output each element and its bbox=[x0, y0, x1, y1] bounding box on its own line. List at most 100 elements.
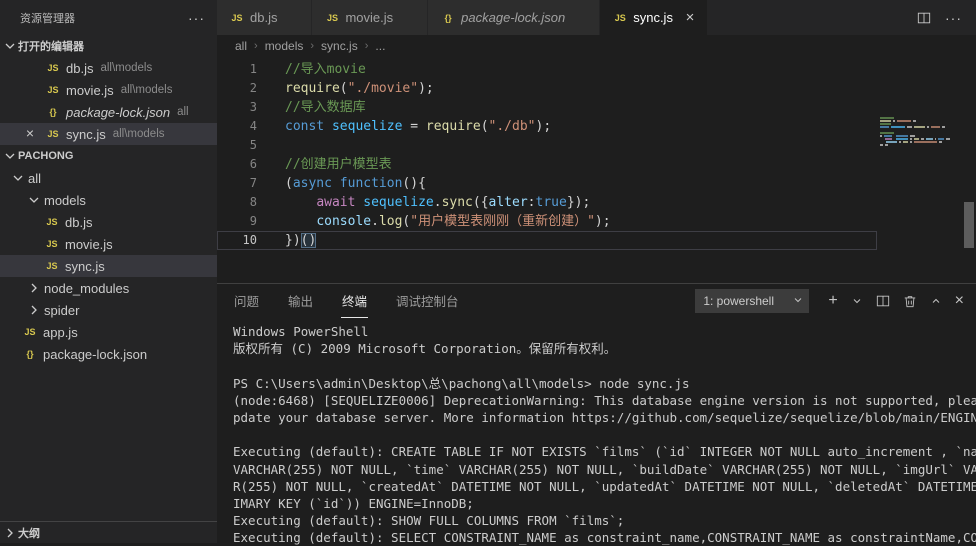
tree-item-node_modules[interactable]: node_modules bbox=[0, 277, 217, 299]
kill-terminal-icon[interactable] bbox=[903, 294, 917, 308]
js-file-icon: JS bbox=[612, 13, 628, 23]
more-actions-icon[interactable]: ··· bbox=[945, 10, 962, 26]
panel-tab-终端[interactable]: 终端 bbox=[341, 284, 368, 318]
code-line[interactable]: 8 await sequelize.sync({alter:true}); bbox=[217, 193, 877, 212]
terminal-line: PS C:\Users\admin\Desktop\总\pachong\all\… bbox=[233, 375, 976, 392]
open-editor-path: all\models bbox=[100, 62, 152, 74]
chevron-down-icon bbox=[26, 192, 42, 208]
breadcrumb: all›models›sync.js›... bbox=[217, 35, 976, 57]
terminal-line bbox=[233, 426, 976, 443]
tree-item-label: movie.js bbox=[65, 237, 113, 252]
more-actions-icon[interactable]: ··· bbox=[188, 10, 205, 26]
panel-tab-输出[interactable]: 输出 bbox=[287, 284, 314, 318]
workspace-name: PACHONG bbox=[18, 150, 73, 162]
line-text bbox=[257, 136, 293, 155]
explorer-header: 资源管理器 ··· bbox=[0, 0, 217, 35]
tree-item-label: models bbox=[44, 193, 86, 208]
code-line[interactable]: 2require("./movie"); bbox=[217, 79, 877, 98]
terminal-picker[interactable]: 1: powershell bbox=[695, 289, 809, 313]
breadcrumb-item[interactable]: sync.js bbox=[321, 39, 358, 53]
terminal-line: IMARY KEY (`id`)) ENGINE=InnoDB; bbox=[233, 495, 976, 512]
minimap-line bbox=[880, 144, 952, 147]
code-line[interactable]: 5 bbox=[217, 136, 877, 155]
tree-item-package-lock.json[interactable]: {}package-lock.json bbox=[0, 343, 217, 365]
code-editor[interactable]: 1//导入movie2require("./movie");3//导入数据库4c… bbox=[217, 57, 976, 283]
line-text: //导入movie bbox=[257, 60, 366, 79]
panel-tab-调试控制台[interactable]: 调试控制台 bbox=[395, 284, 460, 318]
open-editors-label: 打开的编辑器 bbox=[18, 38, 84, 54]
line-text: console.log("用户模型表刚刚（重新创建）"); bbox=[257, 212, 611, 231]
close-tab-icon[interactable]: × bbox=[681, 9, 699, 27]
breadcrumb-item[interactable]: all bbox=[235, 39, 247, 53]
minimap[interactable] bbox=[880, 117, 952, 147]
code-line[interactable]: 3//导入数据库 bbox=[217, 98, 877, 117]
terminal-line: pdate your database server. More informa… bbox=[233, 409, 976, 426]
outline-section: 大纲 bbox=[0, 521, 217, 543]
tree-item-label: sync.js bbox=[65, 259, 105, 274]
line-text: const sequelize = require("./db"); bbox=[257, 117, 551, 136]
close-panel-icon[interactable]: × bbox=[955, 293, 964, 309]
js-file-icon: JS bbox=[324, 13, 340, 23]
outline-label: 大纲 bbox=[18, 525, 40, 541]
code-line[interactable]: 9 console.log("用户模型表刚刚（重新创建）"); bbox=[217, 212, 877, 231]
split-terminal-icon[interactable] bbox=[876, 294, 890, 308]
line-text: require("./movie"); bbox=[257, 79, 434, 98]
panel-tab-问题[interactable]: 问题 bbox=[233, 284, 260, 318]
code-line[interactable]: 10})() bbox=[217, 231, 877, 250]
code-lines: 1//导入movie2require("./movie");3//导入数据库4c… bbox=[217, 57, 976, 250]
line-number: 6 bbox=[217, 155, 257, 174]
open-editor-movie.js[interactable]: JSmovie.jsall\models bbox=[0, 79, 217, 101]
new-terminal-icon[interactable]: + bbox=[828, 293, 837, 309]
tree-item-spider[interactable]: spider bbox=[0, 299, 217, 321]
json-file-icon: {} bbox=[22, 349, 38, 359]
open-editor-sync.js[interactable]: ×JSsync.jsall\models bbox=[0, 123, 217, 145]
open-editor-path: all\models bbox=[121, 84, 173, 96]
breadcrumb-item[interactable]: ... bbox=[375, 39, 385, 53]
file-tree: all models JSdb.js JS movie.js JSsync.jsnode_… bbox=[0, 167, 217, 365]
code-line[interactable]: 6//创建用户模型表 bbox=[217, 155, 877, 174]
open-editor-db.js[interactable]: JSdb.jsall\models bbox=[0, 57, 217, 79]
terminal-picker-value: 1: powershell bbox=[703, 294, 774, 308]
breadcrumb-item[interactable]: models bbox=[265, 39, 304, 53]
tab-sync.js[interactable]: JSsync.js× bbox=[600, 0, 708, 35]
terminal-line: Windows PowerShell bbox=[233, 323, 976, 340]
outline-section-header[interactable]: 大纲 bbox=[0, 522, 217, 543]
tab-db.js[interactable]: JSdb.js bbox=[217, 0, 312, 35]
maximize-panel-icon[interactable] bbox=[930, 295, 942, 307]
terminal-output[interactable]: Windows PowerShell版权所有 (C) 2009 Microsof… bbox=[217, 318, 976, 546]
scrollbar-thumb[interactable] bbox=[964, 202, 974, 248]
tree-item-label: app.js bbox=[43, 325, 78, 340]
open-editor-path: all bbox=[177, 106, 189, 118]
chevron-down-icon[interactable] bbox=[851, 295, 863, 307]
code-line[interactable]: 1//导入movie bbox=[217, 60, 877, 79]
code-line[interactable]: 4const sequelize = require("./db"); bbox=[217, 117, 877, 136]
tab-label: package-lock.json bbox=[461, 10, 565, 25]
line-text: //导入数据库 bbox=[257, 98, 366, 117]
tree-item-app.js[interactable]: JSapp.js bbox=[0, 321, 217, 343]
open-editors-section-header[interactable]: 打开的编辑器 bbox=[0, 35, 217, 57]
open-editor-package-lock.json[interactable]: {}package-lock.jsonall bbox=[0, 101, 217, 123]
tree-item-models[interactable]: models bbox=[0, 189, 217, 211]
close-editor-icon[interactable]: × bbox=[22, 123, 38, 145]
explorer-sidebar: 资源管理器 ··· 打开的编辑器 JSdb.jsall\modelsJSmovi… bbox=[0, 0, 217, 543]
panel-header: 问题输出终端调试控制台 1: powershell + bbox=[217, 284, 976, 318]
workspace-section-header[interactable]: PACHONG bbox=[0, 145, 217, 167]
code-line[interactable]: 7(async function(){ bbox=[217, 174, 877, 193]
breadcrumb-separator-icon: › bbox=[254, 40, 258, 52]
tab-package-lock.json[interactable]: {}package-lock.json bbox=[428, 0, 600, 35]
tree-item-sync.js[interactable]: JSsync.js bbox=[0, 255, 217, 277]
tab-movie.js[interactable]: JSmovie.js bbox=[312, 0, 428, 35]
chevron-right-icon bbox=[2, 525, 18, 541]
line-number: 10 bbox=[217, 231, 257, 250]
vscode-window: 资源管理器 ··· 打开的编辑器 JSdb.jsall\modelsJSmovi… bbox=[0, 0, 976, 543]
split-editor-icon[interactable] bbox=[917, 11, 931, 25]
chevron-right-icon bbox=[26, 302, 42, 318]
tab-strip: JSdb.jsJSmovie.js{}package-lock.jsonJSsy… bbox=[217, 0, 708, 35]
open-editor-name: sync.js bbox=[66, 127, 106, 142]
chevron-right-icon bbox=[26, 280, 42, 296]
js-file-icon: JS bbox=[44, 239, 60, 249]
tree-item-movie.js[interactable]: JS movie.js bbox=[0, 233, 217, 255]
tree-item-db.js[interactable]: JSdb.js bbox=[0, 211, 217, 233]
tree-item-all[interactable]: all bbox=[0, 167, 217, 189]
line-text: (async function(){ bbox=[257, 174, 426, 193]
